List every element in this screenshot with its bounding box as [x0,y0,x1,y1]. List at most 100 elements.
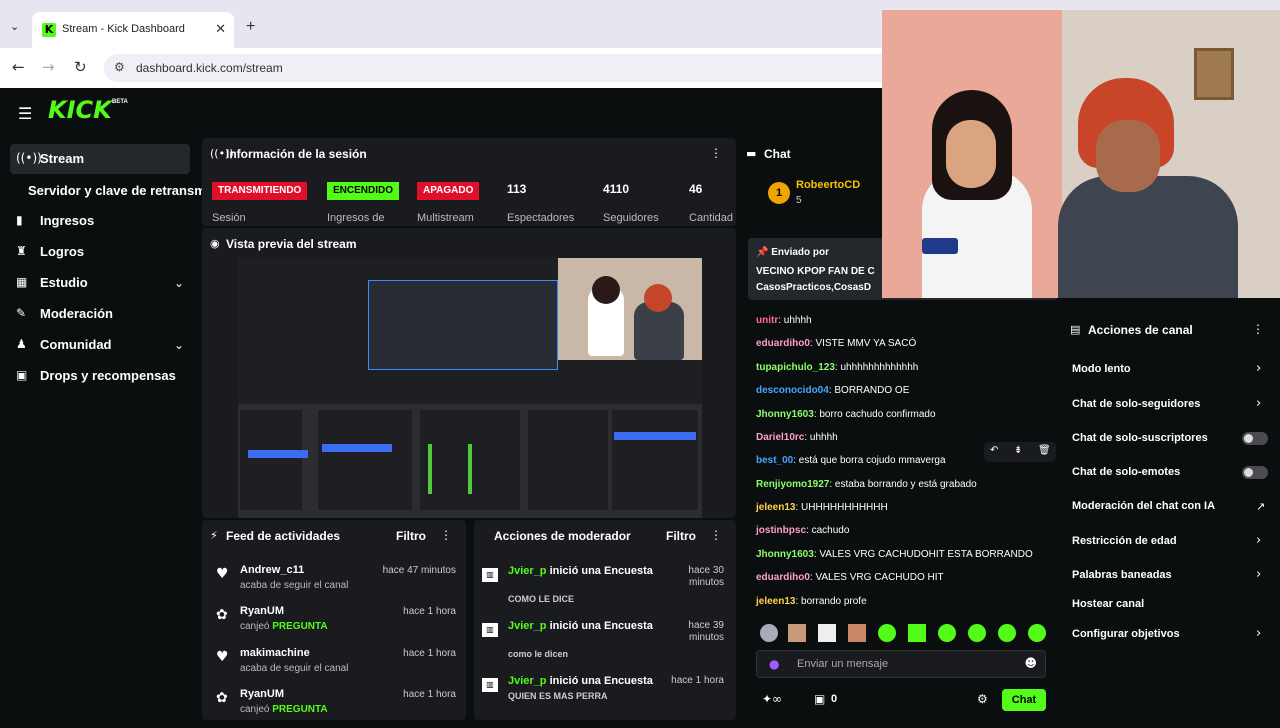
mod-action-text: Jvier_p inició una Encuesta [508,675,653,687]
emotes-only-toggle[interactable] [1242,466,1268,479]
mod-action-time: hace 1 hora [671,675,724,686]
phone [922,238,958,254]
tab-search-dropdown-icon[interactable]: ⌄ [10,20,26,36]
browser-tab[interactable]: K Stream - Kick Dashboard ✕ [32,12,234,48]
feed-description: acaba de seguir el canal [240,663,349,674]
followers-only-option[interactable]: Chat de solo-seguidores [1072,398,1200,410]
chat-input-placeholder: Enviar un mensaje [797,658,889,670]
emote-icon[interactable] [908,624,926,642]
sidebar-item-comunidad[interactable]: ♟ Comunidad ⌄ [10,330,190,360]
sidebar-item-moderacion[interactable]: ✎ Moderación [10,299,190,329]
chat-username[interactable]: tupapichulo_123 [756,362,835,373]
mod-filter-button[interactable]: Filtro [666,529,696,543]
emote-icon[interactable] [968,624,986,642]
emote-icon[interactable] [788,624,806,642]
emote-icon[interactable] [878,624,896,642]
emote-icon[interactable] [938,624,956,642]
emote-icon[interactable] [760,624,778,642]
obs-canvas [368,280,558,370]
delete-icon[interactable]: 🗑 [1038,445,1051,456]
chat-username[interactable]: unitr [756,315,778,326]
sidebar-item-stream[interactable]: ((•)) Stream [10,144,190,174]
chevron-right-icon[interactable]: › [1256,626,1261,641]
feed-username[interactable]: makimachine [240,647,310,659]
dashboard-sidebar: ((•)) Stream Servidor y clave de retrans… [0,136,206,720]
menu-icon[interactable]: ☰ [18,104,32,123]
chat-username[interactable]: jostinbpsc [756,525,806,536]
reply-icon[interactable]: ↶ [990,445,998,456]
mic-icon[interactable]: ● [769,657,779,671]
more-options-icon[interactable]: ⋮ [710,528,722,542]
chat-input[interactable]: ● Enviar un mensaje ☻ [756,650,1046,678]
more-options-icon[interactable]: ⋮ [1252,322,1264,336]
sidebar-item-drops[interactable]: ▣ Drops y recompensas [10,361,190,391]
site-info-icon[interactable]: ⚙ [114,60,125,74]
emoji-icon[interactable]: ☻ [1024,656,1037,670]
pin-icon[interactable]: ⇟ [1014,445,1022,456]
banned-words-option[interactable]: Palabras baneadas [1072,569,1172,581]
forward-icon[interactable]: → [42,58,55,76]
chevron-right-icon[interactable]: › [1256,396,1261,411]
more-options-icon[interactable]: ⋮ [710,146,722,160]
chevron-right-icon[interactable]: › [1256,533,1261,548]
ai-moderation-option[interactable]: Moderación del chat con IA [1072,500,1215,512]
person-right-face [1096,120,1160,192]
chat-username[interactable]: eduardiho0 [756,338,810,349]
chat-username[interactable]: Renjiyomo1927 [756,479,829,490]
host-channel-option[interactable]: Hostear canal [1072,598,1144,610]
gift-icon[interactable]: ▣ [814,692,825,706]
chat-username[interactable]: Jhonny1603 [756,549,814,560]
sidebar-item-stream-key[interactable]: Servidor y clave de retransm [10,176,210,206]
chat-settings-icon[interactable]: ⚙ [977,692,988,706]
top-gifter-count: 5 [796,195,802,206]
panel-title: Feed de actividades [226,529,341,543]
status-badge-multistream: APAGADO [417,182,480,200]
chevron-right-icon[interactable]: › [1256,567,1261,582]
kick-header: ☰ KICK BETA [0,88,882,136]
feed-filter-button[interactable]: Filtro [396,529,426,543]
broadcast-icon: ((•)) [16,151,42,165]
address-bar[interactable]: ⚙ dashboard.kick.com/stream [104,54,904,82]
close-tab-icon[interactable]: ✕ [215,21,226,37]
chat-username[interactable]: jeleen13 [756,502,795,513]
chat-message: desconocido04: BORRANDO OE [756,385,909,396]
chat-username[interactable]: Dariel10rc [756,432,804,443]
channel-points-icon[interactable]: ✦∞ [762,692,782,706]
top-gifter-name[interactable]: RobeertoCD [796,179,860,191]
chevron-right-icon[interactable]: › [1256,361,1261,376]
slow-mode-option[interactable]: Modo lento [1072,363,1131,375]
emote-icon[interactable] [1028,624,1046,642]
reload-icon[interactable]: ↻ [74,58,87,76]
poll-icon: ▥ [482,623,498,637]
chat-username[interactable]: Jhonny1603 [756,409,814,420]
emote-icon[interactable] [818,624,836,642]
wrench-icon: ✎ [16,306,27,320]
chat-username[interactable]: jeleen13 [756,596,795,607]
pinned-text: VECINO KPOP FAN DE C [756,266,875,277]
feed-username[interactable]: RyanUM [240,688,284,700]
chat-text: : estaba borrando y está grabado [829,479,977,490]
sidebar-item-estudio[interactable]: ▦ Estudio ⌄ [10,268,190,298]
chat-username[interactable]: desconocido04 [756,385,829,396]
age-restriction-option[interactable]: Restricción de edad [1072,535,1177,547]
poll-icon: ▥ [482,568,498,582]
sidebar-item-ingresos[interactable]: ▮ Ingresos [10,206,190,236]
new-tab-icon[interactable]: + [246,18,255,36]
emote-icon[interactable] [998,624,1016,642]
external-link-icon[interactable]: ↗ [1256,500,1265,513]
goals-option[interactable]: Configurar objetivos [1072,628,1180,640]
chat-text: : uhhhh [804,432,838,443]
chat-username[interactable]: best_00 [756,455,793,466]
kick-logo[interactable]: KICK [48,96,112,124]
send-chat-button[interactable]: Chat [1002,689,1046,711]
chat-username[interactable]: eduardiho0 [756,572,810,583]
back-icon[interactable]: ← [12,58,25,76]
feed-username[interactable]: RyanUM [240,605,284,617]
emote-icon[interactable] [848,624,866,642]
more-options-icon[interactable]: ⋮ [440,528,452,542]
feed-username[interactable]: Andrew_c11 [240,564,304,576]
subscribers-only-toggle[interactable] [1242,432,1268,445]
feed-description: canjeó PREGUNTA [240,621,328,632]
stream-preview-video[interactable] [238,258,702,518]
sidebar-item-logros[interactable]: ♜ Logros [10,237,190,267]
